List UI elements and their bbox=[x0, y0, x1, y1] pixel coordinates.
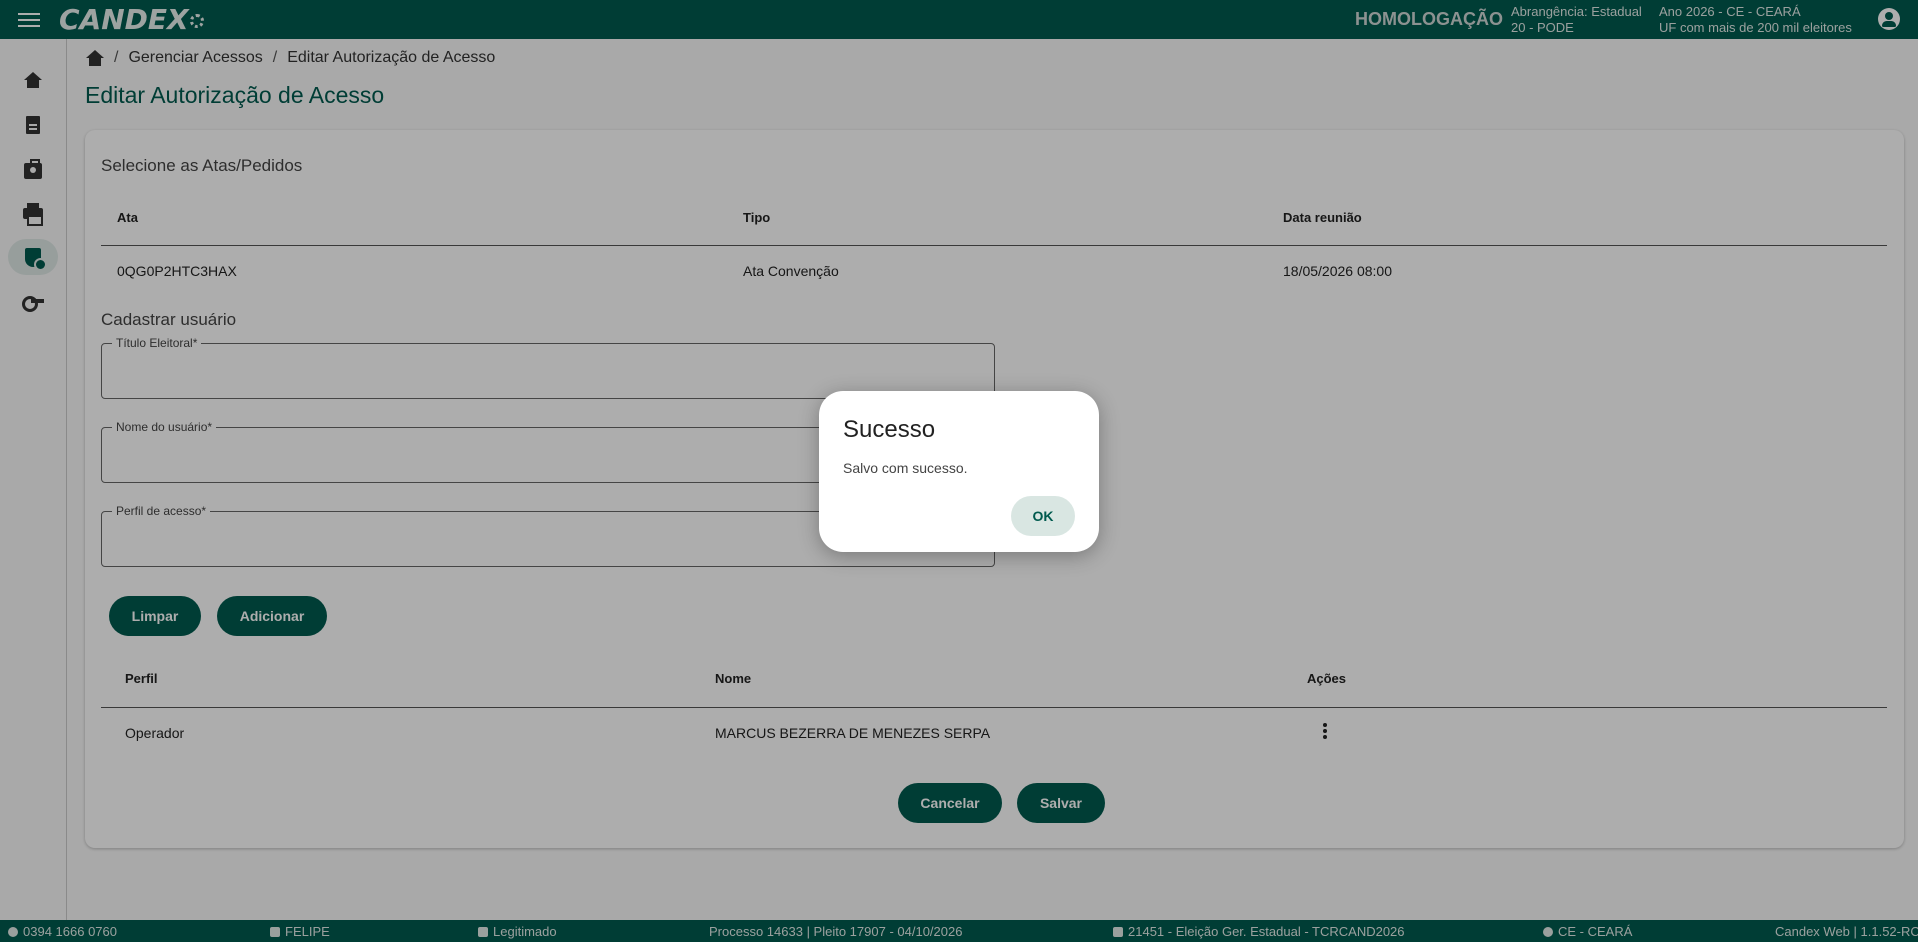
dialog-message: Salvo com sucesso. bbox=[843, 460, 968, 476]
ok-button[interactable]: OK bbox=[1011, 496, 1075, 536]
dialog-title: Sucesso bbox=[843, 416, 936, 443]
success-dialog: Sucesso Salvo com sucesso. OK bbox=[819, 391, 1099, 552]
